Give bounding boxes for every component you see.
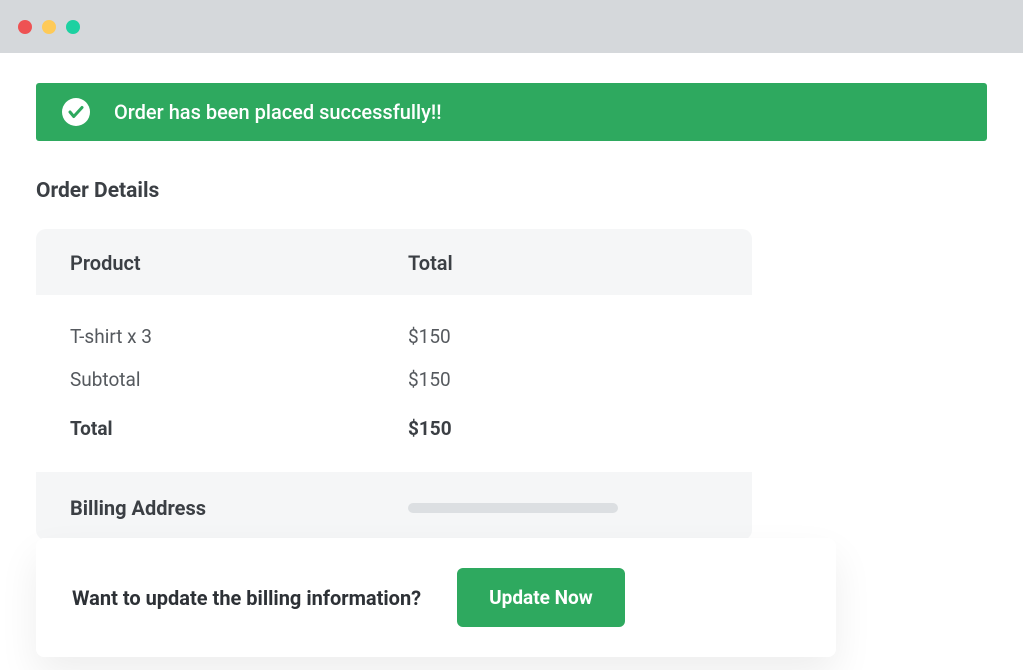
window-close-button[interactable] <box>18 20 32 34</box>
order-details-heading: Order Details <box>36 179 987 203</box>
billing-address-placeholder <box>408 503 618 513</box>
alert-message: Order has been placed successfully!! <box>114 100 441 124</box>
order-table-body: T-shirt x 3 $150 Subtotal $150 Total $15… <box>36 295 752 472</box>
update-billing-card: Want to update the billing information? … <box>36 538 836 657</box>
row-subtotal-label: Subtotal <box>70 368 408 391</box>
update-now-button[interactable]: Update Now <box>457 568 625 627</box>
row-total-value: $150 <box>408 417 718 440</box>
row-product-label: T-shirt x 3 <box>70 325 408 348</box>
row-product-value: $150 <box>408 325 718 348</box>
success-alert: Order has been placed successfully!! <box>36 83 987 141</box>
main-content: Order has been placed successfully!! Ord… <box>0 53 1023 657</box>
order-table-header: Product Total <box>36 229 752 295</box>
column-header-product: Product <box>70 251 408 275</box>
row-subtotal-value: $150 <box>408 368 718 391</box>
table-row-total: Total $150 <box>70 407 718 450</box>
order-details-card: Product Total T-shirt x 3 $150 Subtotal … <box>36 229 752 540</box>
window-maximize-button[interactable] <box>66 20 80 34</box>
table-row: T-shirt x 3 $150 <box>70 315 718 358</box>
column-header-total: Total <box>408 251 718 275</box>
checkmark-icon <box>62 98 90 126</box>
billing-address-heading: Billing Address <box>70 496 408 520</box>
window-titlebar <box>0 0 1023 53</box>
table-row: Subtotal $150 <box>70 358 718 401</box>
row-total-label: Total <box>70 417 408 440</box>
window-minimize-button[interactable] <box>42 20 56 34</box>
update-prompt-text: Want to update the billing information? <box>72 586 421 610</box>
billing-address-section: Billing Address <box>36 472 752 540</box>
